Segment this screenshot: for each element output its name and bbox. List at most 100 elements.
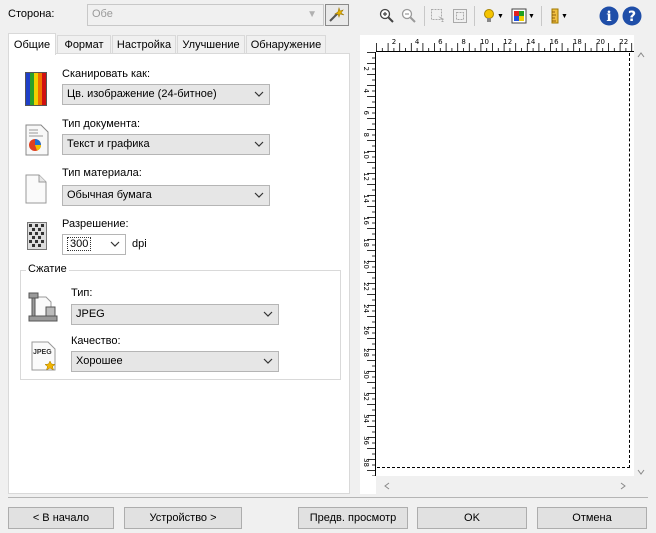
fit-icon [453,9,467,23]
resolution-icon [27,222,47,250]
tab-detection[interactable]: Обнаружение [246,35,326,55]
ruler-top-label: 16 [550,38,559,46]
color-image-icon [25,72,47,106]
quality-select[interactable]: Хорошее [71,351,279,372]
scroll-left-icon[interactable] [384,482,390,490]
quality-label: Качество: [71,335,121,347]
ruler-top-label: 18 [573,38,582,46]
tab-format[interactable]: Формат [57,35,111,55]
ruler-left-label: 8 [362,133,370,137]
wand-icon [329,7,345,22]
ruler-left-label: 22 [362,282,370,291]
ruler-top-label: 10 [480,38,489,46]
horizontal-scrollbar[interactable] [376,476,634,494]
ruler-top-label: 4 [415,38,420,46]
compression-title: Сжатие [26,263,69,275]
tab-settings[interactable]: Настройка [112,35,176,55]
color-icon [511,8,527,24]
light-button[interactable]: ▼ [480,6,506,26]
help-button[interactable]: ? [621,6,643,26]
light-icon [484,9,495,22]
ruler-left-label: 36 [362,436,370,445]
preview-button[interactable]: Предв. просмотр [298,507,408,529]
ruler-left-label: 14 [362,194,370,203]
zoom-out-icon [401,8,416,23]
ruler-left-label: 10 [362,150,370,159]
scan-as-value: Цв. изображение (24-битное) [67,88,217,100]
scan-region[interactable] [377,53,630,468]
chevron-down-icon: ▼ [561,12,568,20]
resolution-label: Разрешение: [62,218,129,230]
resolution-value: 300 [67,237,92,251]
ruler-top-label: 8 [461,38,465,46]
document-type-select[interactable]: Текст и графика [62,134,270,155]
ruler-left-label: 38 [362,458,370,467]
media-type-value: Обычная бумага [67,189,152,201]
preview-area[interactable]: 2 4 6 8 10 12 14 16 18 20 22 2 4 6 8 10 12 14 16 18 20 22 24 2… [360,35,648,494]
scroll-up-icon[interactable] [637,52,645,58]
chevron-down-icon [254,141,264,147]
chevron-down-icon [254,192,264,198]
ok-button[interactable]: OK [417,507,527,529]
chevron-down-icon: ▼ [497,12,504,20]
tab-general[interactable]: Общие [8,33,56,55]
resolution-select[interactable]: 300 [62,234,126,255]
ruler-left-label: 34 [362,414,370,423]
side-select[interactable]: Обе ▼ [87,4,324,26]
ruler-left-label: 18 [362,238,370,247]
chevron-down-icon: ▼ [528,12,535,20]
home-button[interactable]: < В начало [8,507,114,529]
scroll-right-icon[interactable] [620,482,626,490]
ruler-top-label: 22 [619,38,628,46]
fit-button[interactable] [451,6,469,26]
compression-type-value: JPEG [76,308,105,320]
color-button[interactable]: ▼ [509,6,537,26]
side-label: Сторона: [8,8,55,20]
vertical-scrollbar[interactable] [634,35,648,494]
media-type-select[interactable]: Обычная бумага [62,185,270,206]
resolution-unit: dpi [132,238,147,250]
compression-group: Сжатие Тип: JPEG JPEG Качество: Хорошее [20,263,341,380]
ruler-icon [551,8,559,24]
general-panel: Сканировать как: Цв. изображение (24-бит… [8,53,350,494]
ruler-button[interactable]: ▼ [546,6,572,26]
ruler-left-label: 32 [362,392,370,401]
settings-wizard-button[interactable] [325,4,349,26]
zoom-out-button[interactable] [400,6,418,26]
scan-as-select[interactable]: Цв. изображение (24-битное) [62,84,270,105]
compression-clamp-icon [28,292,58,322]
ruler-left-label: 30 [362,370,370,379]
tab-enhancement[interactable]: Улучшение [177,35,245,55]
compression-type-select[interactable]: JPEG [71,304,279,325]
ruler-left-label: 20 [362,260,370,269]
svg-text:i: i [606,9,611,25]
select-area-button[interactable] [429,6,447,26]
device-button[interactable]: Устройство > [124,507,242,529]
info-button[interactable]: i [598,6,620,26]
ruler-left-label: 28 [362,348,370,357]
ruler-top-label: 12 [503,38,512,46]
side-select-value: Обе [92,8,113,20]
compression-type-label: Тип: [71,287,93,299]
chevron-down-icon: ▼ [307,9,317,20]
help-icon: ? [622,6,642,26]
scroll-down-icon[interactable] [637,469,645,475]
ruler-left-label: 2 [362,67,370,71]
scan-as-label: Сканировать как: [62,68,151,80]
ruler-left-label: 12 [362,172,370,181]
chevron-down-icon [263,358,273,364]
ruler-left-label: 24 [362,304,370,313]
ruler-left-label: 6 [362,111,370,116]
jpeg-quality-icon: JPEG [31,341,57,371]
ruler-left-label: 26 [362,326,370,335]
cancel-button[interactable]: Отмена [537,507,647,529]
document-type-value: Текст и графика [67,138,150,150]
paper-icon [25,174,47,204]
ruler-left-label: 16 [362,216,370,225]
zoom-in-button[interactable] [378,6,396,26]
document-type-icon [25,124,49,156]
document-type-label: Тип документа: [62,118,141,130]
ruler-top-label: 14 [526,38,535,46]
chevron-down-icon [254,91,264,97]
svg-text:?: ? [628,9,636,25]
